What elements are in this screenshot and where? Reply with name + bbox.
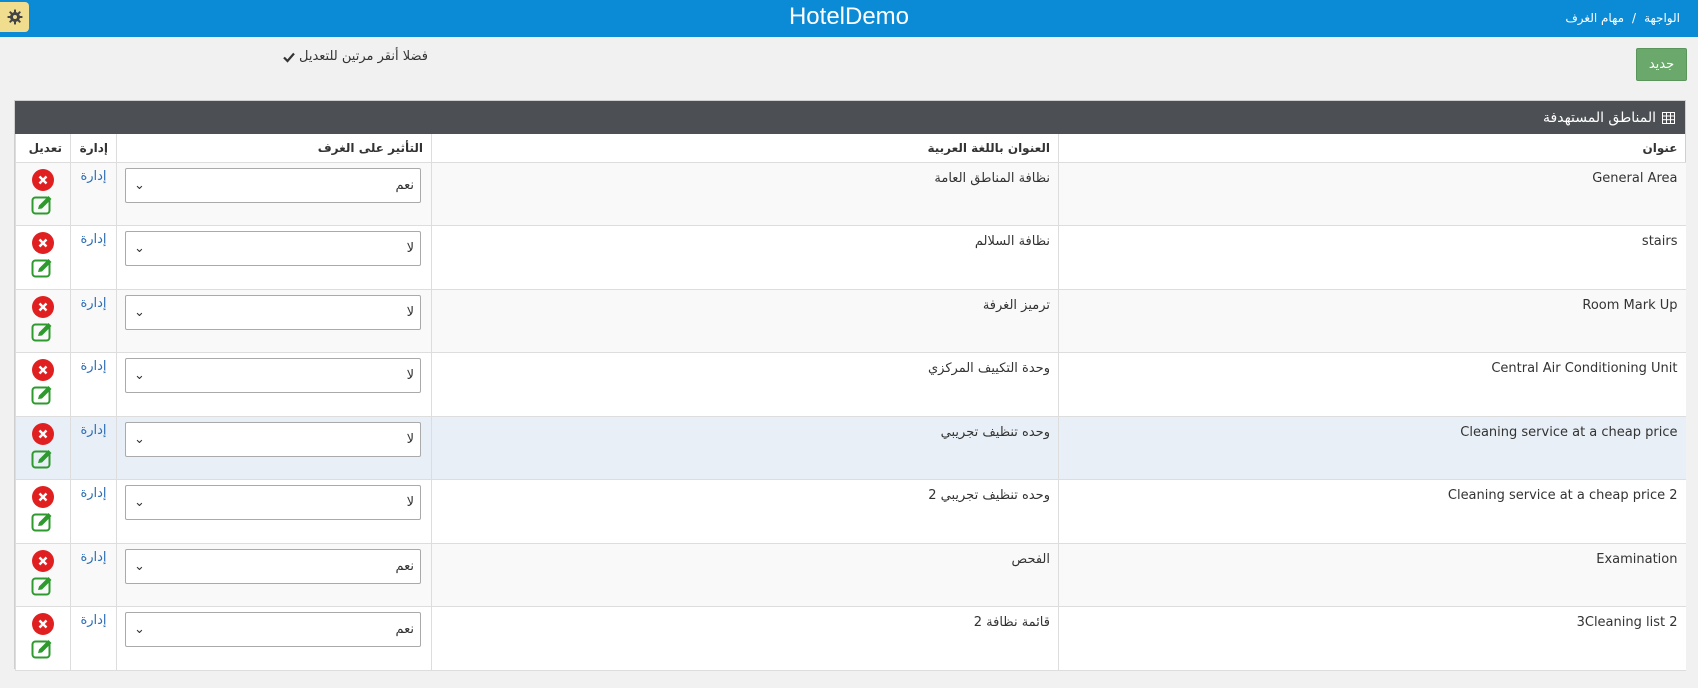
table-row[interactable]: Central Air Conditioning Unit وحدة التكي…	[15, 352, 1686, 417]
edit-icon[interactable]	[31, 384, 55, 406]
cell-title: stairs	[1058, 225, 1686, 290]
affect-rooms-select[interactable]: نعم ⌄	[125, 167, 421, 203]
delete-icon[interactable]	[32, 613, 54, 635]
affect-rooms-select[interactable]: لا ⌄	[125, 294, 421, 330]
table-row[interactable]: Examination الفحص نعم ⌄ إدارة	[15, 543, 1686, 607]
edit-icon[interactable]	[31, 575, 55, 597]
edit-icon[interactable]	[31, 511, 55, 533]
manage-link[interactable]: إدارة	[80, 359, 106, 374]
col-header-title[interactable]: عنوان	[1058, 134, 1686, 163]
manage-link[interactable]: إدارة	[80, 296, 106, 311]
manage-link[interactable]: إدارة	[80, 550, 106, 565]
edit-icon[interactable]	[31, 257, 55, 279]
cell-arabic-title: وحده تنظيف تجريبي	[431, 416, 1059, 480]
manage-link[interactable]: إدارة	[80, 423, 106, 438]
col-header-manage: إدارة	[70, 134, 117, 163]
cell-arabic-title: نظافة السلالم	[431, 225, 1059, 290]
chevron-down-icon: ⌄	[134, 495, 145, 510]
cell-arabic-title: وحده تنظيف تجريبي 2	[431, 479, 1059, 544]
edit-icon[interactable]	[31, 638, 55, 660]
affect-rooms-select[interactable]: لا ⌄	[125, 421, 421, 457]
chevron-down-icon: ⌄	[134, 304, 145, 320]
new-button[interactable]: جديد	[1636, 48, 1687, 81]
delete-icon[interactable]	[32, 295, 54, 318]
cell-title: General Area	[1058, 162, 1686, 226]
delete-icon[interactable]	[32, 232, 54, 254]
target-areas-panel: المناطق المستهدفة عنوان العنوان باللغة ا…	[14, 100, 1686, 671]
chevron-down-icon: ⌄	[134, 177, 145, 193]
table-header-row: عنوان العنوان باللغة العربية التأثير على…	[15, 134, 1686, 163]
table-row[interactable]: Cleaning service at a cheap price 2 وحده…	[15, 479, 1686, 544]
cell-title: Examination	[1058, 543, 1686, 607]
cell-arabic-title: نظافة المناطق العامة	[431, 162, 1059, 226]
delete-icon[interactable]	[32, 486, 54, 508]
manage-link[interactable]: إدارة	[80, 613, 106, 628]
cell-arabic-title: ترميز الغرفة	[431, 289, 1059, 353]
cell-title: Cleaning service at a cheap price	[1058, 416, 1686, 480]
chevron-down-icon: ⌄	[134, 622, 145, 637]
table-row[interactable]: 3Cleaning list 2 قائمة نظافة 2 نعم ⌄ إدار…	[15, 606, 1686, 671]
cell-title: Room Mark Up	[1058, 289, 1686, 353]
breadcrumb-home[interactable]: الواجهة	[1644, 11, 1680, 25]
edit-icon[interactable]	[31, 448, 55, 470]
delete-icon[interactable]	[32, 549, 54, 572]
chevron-down-icon: ⌄	[134, 241, 145, 256]
delete-icon[interactable]	[32, 168, 54, 191]
delete-icon[interactable]	[32, 422, 54, 445]
delete-icon[interactable]	[32, 359, 54, 381]
affect-rooms-select[interactable]: لا ⌄	[125, 485, 421, 520]
cell-title: Central Air Conditioning Unit	[1058, 352, 1686, 417]
edit-hint: فضلا أنقر مرتين للتعديل	[283, 49, 428, 64]
affect-rooms-select[interactable]: نعم ⌄	[125, 548, 421, 584]
affect-rooms-select[interactable]: لا ⌄	[125, 231, 421, 266]
chevron-down-icon: ⌄	[134, 368, 145, 383]
cell-arabic-title: قائمة نظافة 2	[431, 606, 1059, 671]
cell-title: Cleaning service at a cheap price 2	[1058, 479, 1686, 544]
col-header-affect-rooms[interactable]: التأثير على الغرف	[116, 134, 432, 163]
cell-arabic-title: وحدة التكييف المركزي	[431, 352, 1059, 417]
check-icon	[283, 52, 295, 63]
top-bar: HotelDemo الواجهة / مهام الغرف	[0, 0, 1698, 37]
manage-link[interactable]: إدارة	[80, 232, 106, 247]
table-icon	[1662, 111, 1675, 124]
cell-title: 3Cleaning list 2	[1058, 606, 1686, 671]
col-header-arabic-title[interactable]: العنوان باللغة العربية	[431, 134, 1059, 163]
panel-header: المناطق المستهدفة	[15, 101, 1685, 134]
target-areas-table: عنوان العنوان باللغة العربية التأثير على…	[15, 134, 1686, 671]
breadcrumb-separator: /	[1632, 11, 1637, 25]
table-row[interactable]: Room Mark Up ترميز الغرفة لا ⌄ إدارة	[15, 289, 1686, 353]
manage-link[interactable]: إدارة	[80, 486, 106, 501]
col-header-edit: تعديل	[15, 134, 71, 163]
affect-rooms-select[interactable]: نعم ⌄	[125, 612, 421, 647]
manage-link[interactable]: إدارة	[80, 169, 106, 184]
edit-icon[interactable]	[31, 194, 55, 216]
panel-title: المناطق المستهدفة	[1543, 109, 1656, 126]
breadcrumb-current[interactable]: مهام الغرف	[1565, 11, 1624, 25]
edit-icon[interactable]	[31, 321, 55, 343]
table-row[interactable]: stairs نظافة السلالم لا ⌄ إدارة	[15, 225, 1686, 290]
hint-text: فضلا أنقر مرتين للتعديل	[299, 49, 428, 64]
app-title: HotelDemo	[788, 3, 910, 30]
affect-rooms-select[interactable]: لا ⌄	[125, 358, 421, 393]
chevron-down-icon: ⌄	[134, 558, 145, 574]
table-row[interactable]: Cleaning service at a cheap price وحده ت…	[15, 416, 1686, 480]
chevron-down-icon: ⌄	[134, 431, 145, 447]
cell-arabic-title: الفحص	[431, 543, 1059, 607]
table-row[interactable]: General Area نظافة المناطق العامة نعم ⌄ إ…	[15, 162, 1686, 226]
breadcrumb: الواجهة / مهام الغرف	[1565, 11, 1680, 25]
